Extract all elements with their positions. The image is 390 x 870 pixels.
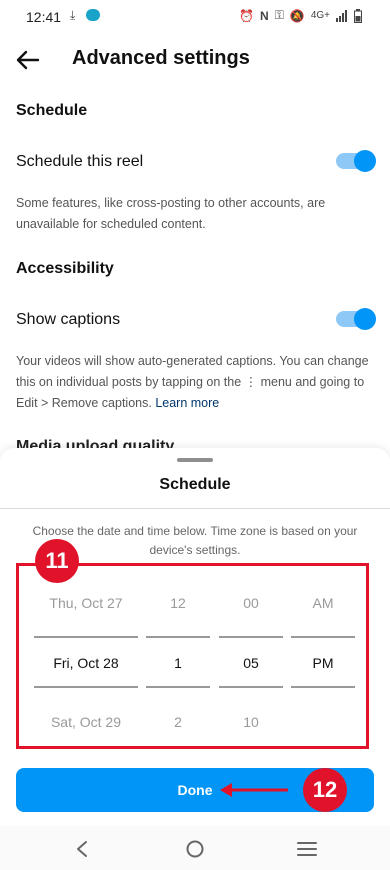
- download-icon: ⤓: [70, 8, 76, 22]
- toggle-knob: [354, 308, 376, 330]
- sheet-title: Schedule: [159, 476, 231, 493]
- signal-icon: [336, 9, 347, 22]
- sheet-drag-handle[interactable]: [177, 458, 213, 462]
- key-icon: ⚿: [274, 8, 284, 22]
- page-title: Advanced settings: [72, 47, 250, 69]
- divider: [0, 508, 390, 509]
- nav-menu-icon[interactable]: [297, 841, 317, 857]
- nav-home-icon[interactable]: [185, 839, 205, 859]
- step-badge-12: 12: [303, 768, 347, 812]
- schedule-section-title: Schedule: [16, 102, 88, 119]
- status-icons: ⏰ N ⚿ 🔕 4G+: [239, 8, 362, 23]
- status-bar: 12:41 ⤓ ⏰ N ⚿ 🔕 4G+: [0, 0, 390, 34]
- accessibility-section-title: Accessibility: [16, 260, 114, 277]
- system-nav-bar: [0, 826, 390, 870]
- status-time: 12:41: [26, 9, 62, 25]
- captions-description: Your videos will show auto-generated cap…: [16, 351, 374, 414]
- app-notification-icon: [86, 9, 100, 21]
- step-badge-11: 11: [35, 539, 79, 583]
- learn-more-link[interactable]: Learn more: [155, 396, 219, 410]
- schedule-reel-toggle[interactable]: [336, 150, 376, 172]
- back-button[interactable]: [14, 46, 42, 74]
- nav-back-icon[interactable]: [74, 840, 90, 858]
- picker-highlight-box: [16, 563, 369, 749]
- schedule-description: Some features, like cross-posting to oth…: [16, 196, 326, 231]
- network-label: 4G+: [310, 10, 330, 21]
- annotation-arrow-icon: [220, 783, 288, 797]
- show-captions-toggle[interactable]: [336, 308, 376, 330]
- toggle-knob: [354, 150, 376, 172]
- battery-icon: [354, 8, 362, 23]
- alarm-icon: ⏰: [239, 8, 255, 23]
- schedule-reel-label: Schedule this reel: [16, 153, 144, 170]
- mute-icon: 🔕: [289, 8, 305, 23]
- show-captions-label: Show captions: [16, 311, 121, 328]
- nfc-icon: N: [260, 8, 269, 23]
- back-arrow-icon: [16, 50, 40, 70]
